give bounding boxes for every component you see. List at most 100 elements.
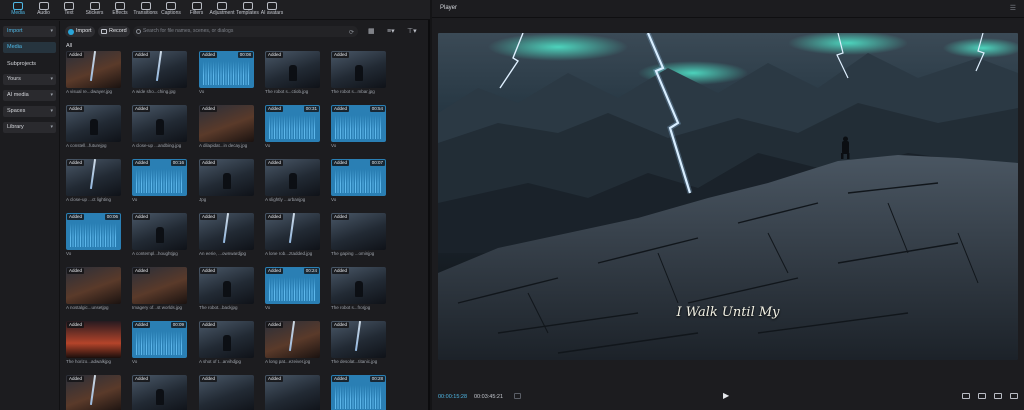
media-filename: Vo xyxy=(199,89,205,94)
added-badge: Added xyxy=(67,52,85,58)
robot-figure-icon xyxy=(156,227,164,243)
toolbar-transitions[interactable]: Transitions xyxy=(132,1,160,19)
toolbar-ai-avatars[interactable]: AI avatars xyxy=(258,1,286,19)
refresh-icon[interactable]: ⟳ xyxy=(349,28,354,39)
media-tile[interactable]: Added A wide sho...ching.jpg xyxy=(132,51,187,94)
media-filename: A nostalgic...unsetjpg xyxy=(66,305,109,310)
toolbar-effects[interactable]: Effects xyxy=(106,1,134,19)
media-tile[interactable]: Added xyxy=(199,375,254,410)
added-badge: Added xyxy=(133,322,151,328)
sidebar-item-spaces[interactable]: Spaces ▾ xyxy=(3,106,56,117)
media-tile[interactable]: Added A long pat...ezeiver.jpg xyxy=(265,321,320,364)
view-mode-icon[interactable]: ▦ xyxy=(368,27,375,35)
added-badge: Added xyxy=(332,160,350,166)
media-tile[interactable]: Added A close-up ...ct lighting xyxy=(66,159,121,202)
sidebar-item-media[interactable]: Media xyxy=(3,42,56,53)
added-badge: Added xyxy=(200,52,218,58)
ai-avatars-icon xyxy=(267,2,277,10)
player-header: Player ☰ xyxy=(432,0,1024,18)
player-title: Player xyxy=(440,5,458,11)
current-timecode: 00:00:15:28 xyxy=(438,394,468,400)
filters-icon xyxy=(191,2,202,10)
added-badge: Added xyxy=(133,106,151,112)
media-tile[interactable]: Added The desolat...titanic.jpg xyxy=(331,321,386,364)
media-tile[interactable]: Added Imagery of...st worlds.jpg xyxy=(132,267,187,310)
robot-figure-icon xyxy=(156,119,164,135)
media-tile[interactable]: Added 00:07 Vo xyxy=(331,159,386,202)
toolbar-stickers[interactable]: Stickers xyxy=(81,1,109,19)
toolbar-filters[interactable]: Filters xyxy=(183,1,211,19)
aspect-ratio-icon[interactable] xyxy=(994,393,1002,399)
duration-label: 00:31 xyxy=(303,106,319,112)
toolbar-text[interactable]: Text xyxy=(55,1,83,19)
added-badge: Added xyxy=(67,214,85,220)
media-tile[interactable]: Added 00:08 Vo xyxy=(199,51,254,94)
media-tile[interactable]: Added A constell...futurejpg xyxy=(66,105,121,148)
sidebar-item-ai-media[interactable]: AI media ▾ xyxy=(3,90,56,101)
robot-figure-icon xyxy=(289,65,297,81)
video-preview[interactable]: I Walk Until My xyxy=(438,33,1018,360)
media-filename: The robot s...frorjpg xyxy=(331,305,371,310)
filter-icon[interactable]: ⊤▾ xyxy=(407,27,417,35)
record-button[interactable]: Record xyxy=(98,26,130,37)
media-tile[interactable]: Added A slightly ...urbanjpg xyxy=(265,159,320,202)
timecode-icon[interactable] xyxy=(514,393,521,399)
media-tile[interactable]: Added An eerie, ...ownwardjpg xyxy=(199,213,254,256)
added-badge: Added xyxy=(200,160,218,166)
media-tile[interactable]: Added A close-up ...andbing.jpg xyxy=(132,105,187,148)
toolbar-label: Captions xyxy=(161,10,181,16)
transitions-icon xyxy=(140,2,151,10)
player-menu-icon[interactable]: ☰ xyxy=(1010,4,1016,12)
sidebar-item-library[interactable]: Library ▾ xyxy=(3,122,56,133)
fullscreen-icon[interactable] xyxy=(1010,393,1018,399)
media-tile[interactable]: Added 00:28 xyxy=(331,375,386,410)
import-button[interactable]: Import xyxy=(65,26,95,37)
play-button[interactable]: ▶ xyxy=(723,391,729,400)
image-thumbnail: Added xyxy=(66,51,121,88)
media-tile[interactable]: Added xyxy=(66,375,121,410)
toolbar-media[interactable]: Media xyxy=(4,1,32,19)
media-filename: A close-up ...ct lighting xyxy=(66,197,112,202)
import-label: Import xyxy=(76,28,92,34)
media-tile[interactable]: Added xyxy=(132,375,187,410)
player-panel: Player ☰ I Walk Until My 00:00:15:28 00:… xyxy=(432,0,1024,410)
media-tile[interactable]: Added 00:16 Vo xyxy=(132,159,187,202)
media-tile[interactable]: Added The robot s...mbar.jpg xyxy=(331,51,386,94)
robot-figure-icon xyxy=(289,173,297,189)
toolbar-audio[interactable]: Audio xyxy=(30,1,58,19)
quality-icon[interactable] xyxy=(962,393,970,399)
sidebar-item-yours[interactable]: Yours ▾ xyxy=(3,74,56,85)
media-tile[interactable]: Added A visual re...dwayer.jpg xyxy=(66,51,121,94)
sidebar-item-import[interactable]: Import ▾ xyxy=(3,26,56,37)
media-filename: The desolat...titanic.jpg xyxy=(331,359,378,364)
media-tile[interactable]: Added The robot...backjpg xyxy=(199,267,254,310)
media-tile[interactable]: Added 00:09 Vo xyxy=(132,321,187,364)
crop-icon[interactable] xyxy=(978,393,986,399)
media-tile[interactable]: Added 00:06 Vo xyxy=(66,213,121,256)
media-tile[interactable]: Added A contempl...houghtjpg xyxy=(132,213,187,256)
sidebar-item-subprojects[interactable]: Subprojects xyxy=(3,59,56,70)
added-badge: Added xyxy=(67,268,85,274)
media-tile[interactable]: Added The gaping ...ominjpg xyxy=(331,213,386,256)
top-toolbar: Media Audio Text Stickers Effects Transitions… xyxy=(0,0,430,20)
media-tile[interactable]: Added 00:24 Vo xyxy=(265,267,320,310)
media-tile[interactable]: Added A shot of t...arvihdjpg xyxy=(199,321,254,364)
media-tile[interactable]: Added Jpg xyxy=(199,159,254,202)
media-tile[interactable]: Added A nostalgic...unsetjpg xyxy=(66,267,121,310)
image-thumbnail: Added xyxy=(132,51,187,88)
media-tile[interactable]: Added The robot s...ctiob.jpg xyxy=(265,51,320,94)
media-tile[interactable]: Added A lone rob...ztadded.jpg xyxy=(265,213,320,256)
media-tile[interactable]: Added 00:54 Vo xyxy=(331,105,386,148)
media-tile[interactable]: Added 00:31 Vo xyxy=(265,105,320,148)
media-tile[interactable]: Added xyxy=(265,375,320,410)
toolbar-captions[interactable]: Captions xyxy=(157,1,185,19)
media-filename: Vo xyxy=(132,359,138,364)
sort-icon[interactable]: ≡▾ xyxy=(387,27,395,35)
media-filename: The robot...backjpg xyxy=(199,305,238,310)
media-tile[interactable]: Added The robot s...frorjpg xyxy=(331,267,386,310)
toolbar-adjustment[interactable]: Adjustment xyxy=(208,1,236,19)
media-tile[interactable]: Added The horizo...adwalkjpg xyxy=(66,321,121,364)
media-search-input[interactable]: Search for file names, scenes, or dialog… xyxy=(133,26,358,37)
duration-label: 00:28 xyxy=(369,376,385,382)
media-tile[interactable]: Added A dilapidat...in decay.jpg xyxy=(199,105,254,148)
